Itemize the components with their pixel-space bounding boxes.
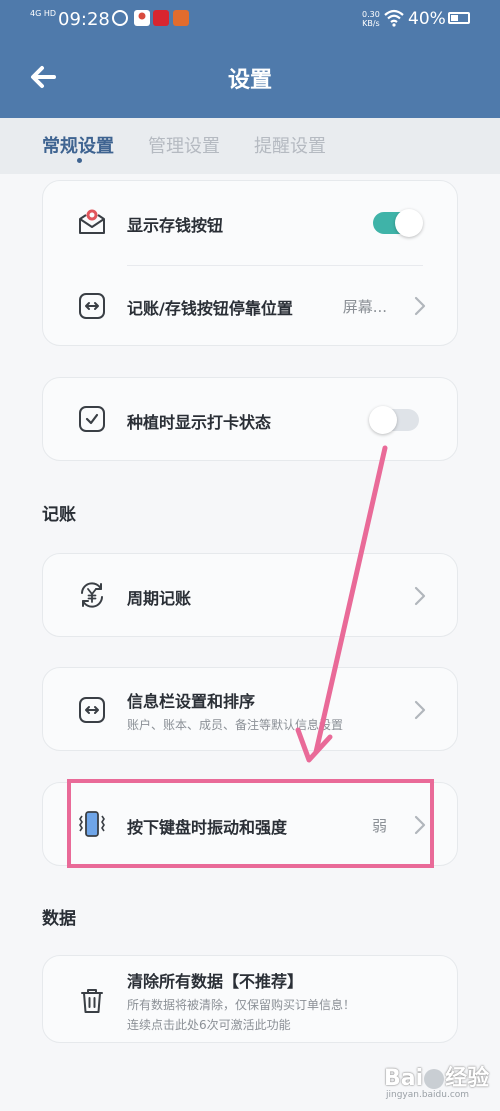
annotation-arrow [295,445,388,763]
annotation-highlight-box [67,779,434,868]
paw-logo-icon [424,1069,445,1089]
baidu-watermark: Bai 经验 jingyan.baidu.com [384,1066,490,1100]
